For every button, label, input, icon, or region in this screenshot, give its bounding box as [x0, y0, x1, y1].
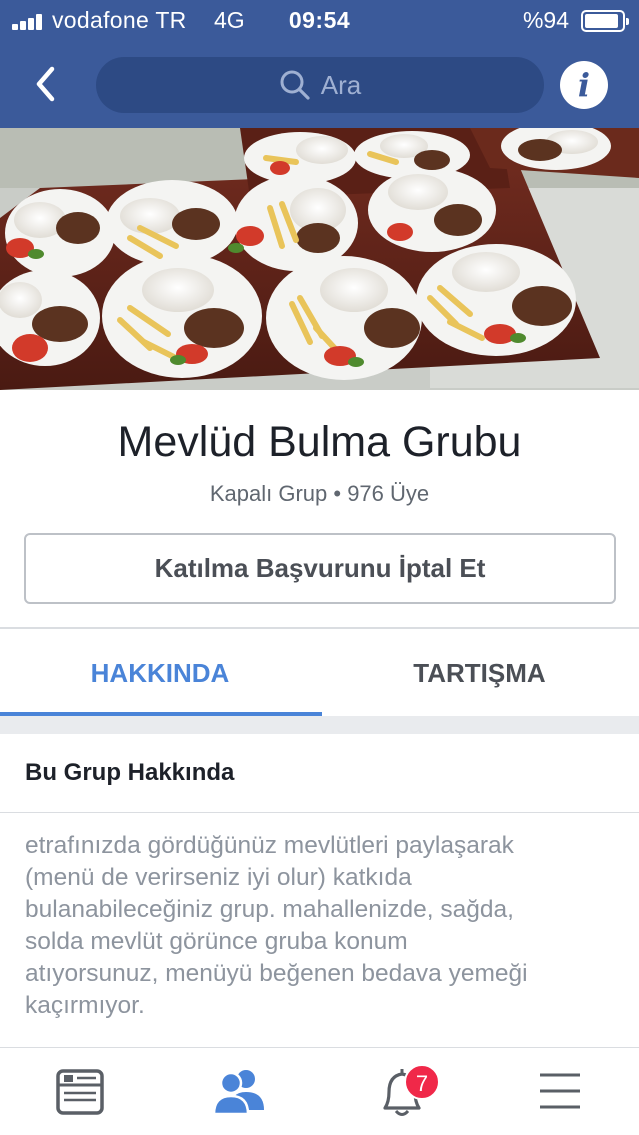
news-feed-tab[interactable] — [40, 1048, 120, 1135]
chevron-left-icon — [36, 66, 55, 102]
group-title: Mevlüd Bulma Grubu — [117, 418, 522, 466]
cover-image — [0, 128, 639, 390]
news-feed-icon — [56, 1069, 104, 1115]
section-separator — [0, 716, 639, 734]
group-privacy-and-members: Kapalı Grup • 976 Üye — [209, 481, 430, 506]
search-icon — [280, 70, 310, 100]
description-line: kaçırmıyor. — [25, 992, 145, 1019]
description-line: etrafınızda gördüğünüz mevlütleri paylaş… — [25, 832, 514, 859]
search-placeholder: Ara — [320, 69, 362, 100]
tab-about[interactable]: HAKKINDA — [0, 629, 320, 717]
group-description: etrafınızda gördüğünüz mevlütleri paylaş… — [25, 830, 625, 1022]
about-divider — [0, 812, 639, 813]
about-section-title: Bu Grup Hakkında — [25, 759, 235, 786]
description-line: bulanabileceğiniz grup. mahallenizde, sa… — [25, 896, 514, 923]
bottom-tab-bar — [0, 1047, 639, 1135]
search-bar[interactable]: Ara — [96, 57, 544, 113]
status-bar: vodafone TR 4G 09:54 %94 — [0, 0, 639, 44]
top-header: vodafone TR 4G 09:54 %94 Ara i — [0, 0, 639, 128]
cancel-join-request-button[interactable]: Katılma Başvurunu İptal Et — [24, 533, 616, 604]
tab-discussion[interactable]: TARTIŞMA — [320, 629, 639, 717]
description-line: (menü de verirseniz iyi olur) katkıda — [25, 864, 412, 891]
info-icon[interactable]: i — [560, 61, 608, 109]
groups-tab[interactable] — [200, 1048, 280, 1135]
description-line: solda mevlüt görünce gruba konum — [25, 928, 408, 955]
groups-icon — [212, 1070, 264, 1116]
group-cover-photo[interactable] — [0, 128, 639, 390]
menu-icon — [540, 1073, 580, 1109]
back-button[interactable] — [30, 64, 64, 104]
notification-count-badge: 7 — [404, 1064, 440, 1100]
description-line: atıyorsunuz, menüyü beğenen bedava yemeğ… — [25, 960, 528, 987]
menu-tab[interactable] — [520, 1048, 600, 1135]
battery-percent: %94 — [522, 7, 569, 33]
battery-icon — [581, 10, 629, 32]
